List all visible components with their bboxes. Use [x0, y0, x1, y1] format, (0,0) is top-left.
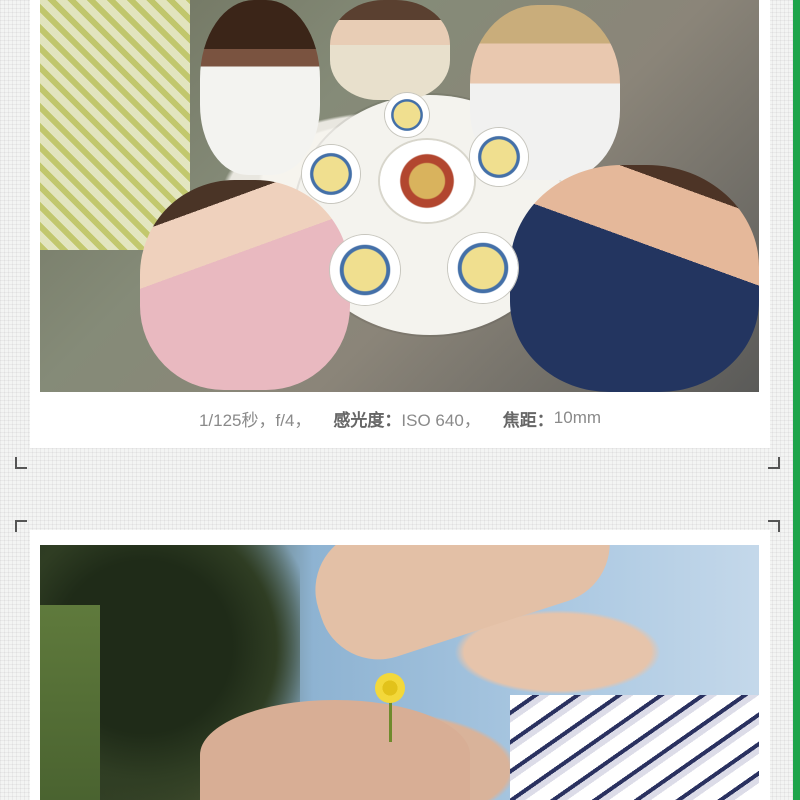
food-platter	[380, 140, 474, 222]
person-5	[510, 165, 759, 392]
dinner-photo	[40, 0, 759, 392]
plate	[385, 93, 429, 137]
striped-shirt	[510, 695, 759, 800]
photo-card-top: 1/125秒，f/4， 感光度： ISO 640， 焦距： 10mm	[30, 0, 770, 448]
plate	[330, 235, 400, 305]
photo-caption: 1/125秒，f/4， 感光度： ISO 640， 焦距： 10mm	[30, 400, 770, 436]
caption-iso-label: 感光度：	[333, 410, 402, 430]
yellow-flower	[375, 673, 405, 703]
flower-photo	[40, 545, 759, 800]
caption-iso-value: ISO 640，	[401, 410, 481, 430]
corner-mark-bottom-right	[768, 457, 780, 469]
caption-focal-value: 10mm	[553, 408, 602, 427]
person-1	[200, 0, 320, 175]
accent-strip	[793, 0, 800, 800]
flower-stem	[389, 702, 392, 742]
foliage	[40, 605, 100, 800]
corner-mark-top-left	[15, 520, 27, 532]
plate	[448, 233, 518, 303]
caption-focal-label: 焦距：	[502, 410, 554, 430]
photo-card-bottom	[30, 530, 770, 800]
caption-shutter: 1/125秒，f/4，	[198, 410, 312, 430]
woman-face	[200, 700, 470, 800]
corner-mark-bottom-left	[15, 457, 27, 469]
plate	[302, 145, 360, 203]
person-2	[330, 0, 450, 100]
plate	[470, 128, 528, 186]
raised-arm	[299, 545, 626, 675]
person-4	[140, 180, 350, 390]
